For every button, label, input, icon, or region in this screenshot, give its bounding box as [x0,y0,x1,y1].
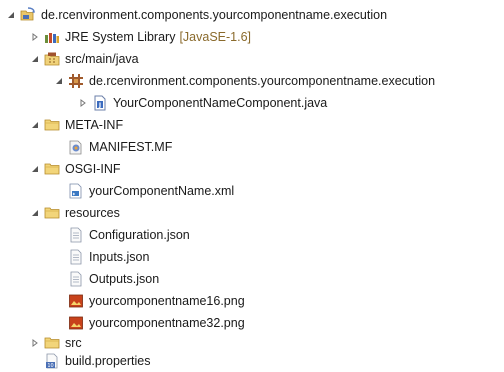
folder-icon [44,117,60,133]
tree-item-label: yourcomponentname16.png [89,294,245,308]
tree-item-project[interactable]: de.rcenvironment.components.yourcomponen… [0,4,504,26]
manifest-icon [68,139,84,155]
tree-item-label: yourComponentName.xml [89,184,235,198]
tree-item-configuration-json[interactable]: Configuration.json [0,224,504,246]
xml-file-icon [68,183,84,199]
tree-item-png32[interactable]: yourcomponentname32.png [0,312,504,334]
tree-item-outputs-json[interactable]: Outputs.json [0,268,504,290]
expanded-arrow-icon[interactable] [30,54,40,64]
svg-text:J: J [98,102,101,109]
expanded-arrow-icon[interactable] [30,164,40,174]
project-explorer-tree: de.rcenvironment.components.yourcomponen… [0,0,504,372]
tree-item-label: de.rcenvironment.components.yourcomponen… [41,8,388,22]
tree-item-label: build.properties [65,354,151,368]
java-file-icon: J [92,95,108,111]
tree-item-resources[interactable]: resources [0,202,504,224]
collapsed-arrow-icon[interactable] [30,338,40,348]
source-folder-icon [44,51,60,67]
folder-icon [44,335,60,351]
tree-item-label: Configuration.json [89,228,190,242]
tree-item-meta-inf[interactable]: META-INF [0,114,504,136]
image-file-icon [68,293,84,309]
tree-item-inputs-json[interactable]: Inputs.json [0,246,504,268]
tree-item-label: Outputs.json [89,272,160,286]
library-icon [44,29,60,45]
java-project-icon [20,7,36,23]
folder-icon [44,161,60,177]
tree-item-jre-library[interactable]: JRE System Library [JavaSE-1.6] [0,26,504,48]
tree-item-build-properties[interactable]: 10 build.properties [0,350,504,372]
tree-item-label: Inputs.json [89,250,150,264]
svg-text:10: 10 [47,363,53,369]
tree-item-label: src [65,336,82,350]
tree-item-label: JRE System Library [65,30,176,44]
expanded-arrow-icon[interactable] [30,120,40,130]
tree-item-label: de.rcenvironment.components.yourcomponen… [89,74,436,88]
tree-item-label: yourcomponentname32.png [89,316,245,330]
text-file-icon [68,227,84,243]
expanded-arrow-icon[interactable] [6,10,16,20]
tree-item-manifest[interactable]: MANIFEST.MF [0,136,504,158]
package-icon [68,73,84,89]
properties-file-icon: 10 [44,353,60,369]
expanded-arrow-icon[interactable] [54,76,64,86]
tree-item-label: MANIFEST.MF [89,140,173,154]
tree-item-label: OSGI-INF [65,162,121,176]
tree-item-package[interactable]: de.rcenvironment.components.yourcomponen… [0,70,504,92]
tree-item-decoration: [JavaSE-1.6] [179,30,252,44]
tree-item-xml-file[interactable]: yourComponentName.xml [0,180,504,202]
tree-item-java-file[interactable]: J YourComponentNameComponent.java [0,92,504,114]
tree-item-osgi-inf[interactable]: OSGI-INF [0,158,504,180]
tree-item-label: src/main/java [65,52,139,66]
collapsed-arrow-icon[interactable] [30,32,40,42]
folder-icon [44,205,60,221]
tree-item-label: resources [65,206,120,220]
text-file-icon [68,271,84,287]
collapsed-arrow-icon[interactable] [78,98,88,108]
image-file-icon [68,315,84,331]
tree-item-label: META-INF [65,118,124,132]
tree-item-label: YourComponentNameComponent.java [113,96,328,110]
tree-item-src-main-java[interactable]: src/main/java [0,48,504,70]
text-file-icon [68,249,84,265]
expanded-arrow-icon[interactable] [30,208,40,218]
tree-item-png16[interactable]: yourcomponentname16.png [0,290,504,312]
